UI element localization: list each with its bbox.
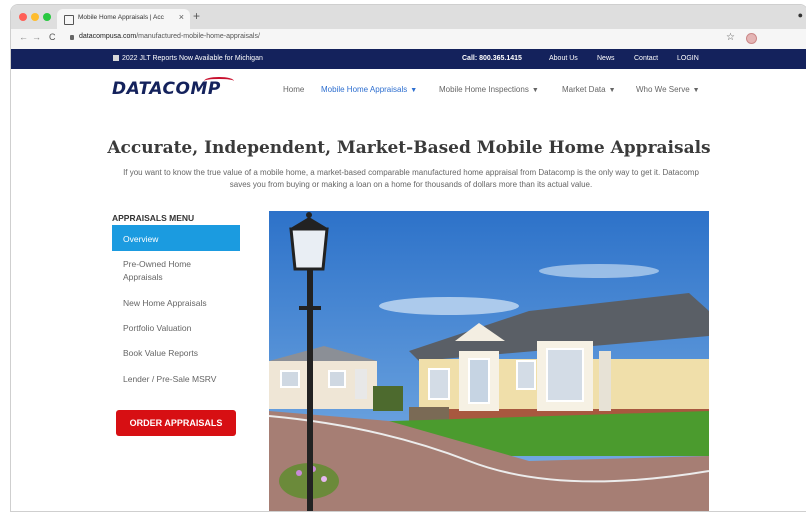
- zoom-window-button[interactable]: [43, 13, 51, 21]
- chevron-down-icon: ▼: [410, 87, 418, 94]
- news-link[interactable]: News: [597, 55, 615, 62]
- profile-avatar[interactable]: [746, 33, 757, 44]
- bookmark-star-icon[interactable]: ☆: [726, 32, 735, 43]
- nav-inspections-label: Mobile Home Inspections: [439, 85, 529, 94]
- address-bar: ← → C datacompusa.com/manufactured-mobil…: [11, 29, 806, 50]
- main-nav: DATACOMP Home Mobile Home Appraisals ▼ Mo…: [11, 69, 806, 109]
- mobile-home-photo: [269, 211, 709, 511]
- nav-home[interactable]: Home: [283, 85, 304, 94]
- sidebar-item-label: Pre-Owned Home Appraisals: [123, 259, 192, 282]
- site-top-bar: 2022 JLT Reports Now Available for Michi…: [11, 49, 806, 69]
- close-window-button[interactable]: [19, 13, 27, 21]
- page-title: Accurate, Independent, Market-Based Mobi…: [107, 138, 711, 158]
- minimize-window-button[interactable]: [31, 13, 39, 21]
- nav-who-we-serve[interactable]: Who We Serve ▼: [636, 85, 700, 94]
- chevron-down-icon: ▼: [608, 87, 616, 94]
- nav-who-we-serve-label: Who We Serve: [636, 85, 690, 94]
- notice-icon: [113, 55, 119, 61]
- intro-paragraph: If you want to know the true value of a …: [123, 168, 699, 189]
- browser-window: Mobile Home Appraisals | Acc × + ● ← → C…: [10, 4, 806, 512]
- back-button[interactable]: ←: [19, 32, 28, 42]
- sidebar-item-new-home[interactable]: New Home Appraisals: [112, 295, 240, 311]
- url-domain: datacompusa.com: [79, 33, 137, 40]
- sidebar-item-overview[interactable]: Overview: [112, 225, 240, 251]
- url-field[interactable]: datacompusa.com/manufactured-mobile-home…: [79, 33, 260, 40]
- chevron-down-icon: ▼: [692, 87, 700, 94]
- nav-mobile-home-inspections[interactable]: Mobile Home Inspections ▼: [439, 85, 539, 94]
- sidebar-item-label: Lender / Pre-Sale MSRV: [123, 374, 217, 384]
- tab-bar: Mobile Home Appraisals | Acc × + ●: [11, 5, 806, 29]
- datacomp-logo[interactable]: DATACOMP: [112, 77, 234, 99]
- nav-home-label: Home: [283, 85, 305, 94]
- forward-button[interactable]: →: [32, 32, 41, 42]
- hero-photo: [269, 211, 709, 511]
- contact-link[interactable]: Contact: [634, 55, 658, 62]
- sidebar-item-label: Overview: [123, 234, 159, 244]
- url-path: /manufactured-mobile-home-appraisals/: [136, 33, 260, 40]
- new-tab-button[interactable]: +: [193, 9, 200, 23]
- sidebar-item-label: Portfolio Valuation: [123, 323, 192, 333]
- order-appraisals-button[interactable]: ORDER APPRAISALS: [116, 410, 236, 436]
- tab-close-icon[interactable]: ×: [179, 12, 184, 22]
- nav-market-data[interactable]: Market Data ▼: [562, 85, 616, 94]
- lock-icon: [70, 35, 74, 40]
- nav-mobile-home-appraisals[interactable]: Mobile Home Appraisals ▼: [321, 85, 417, 94]
- login-link[interactable]: LOGIN: [677, 55, 699, 62]
- tab-title: Mobile Home Appraisals | Acc: [78, 14, 164, 21]
- notice-link[interactable]: 2022 JLT Reports Now Available for Michi…: [122, 55, 263, 62]
- nav-market-data-label: Market Data: [562, 85, 606, 94]
- about-us-link[interactable]: About Us: [549, 55, 578, 62]
- sidebar-item-book-value[interactable]: Book Value Reports: [112, 345, 240, 361]
- tab-search-icon[interactable]: ●: [798, 10, 803, 20]
- sidebar-item-lender[interactable]: Lender / Pre-Sale MSRV: [112, 371, 240, 387]
- sidebar-item-label: Book Value Reports: [123, 348, 198, 358]
- logo-swoosh-icon: [204, 77, 234, 85]
- chevron-down-icon: ▼: [531, 87, 539, 94]
- browser-tab[interactable]: Mobile Home Appraisals | Acc ×: [57, 9, 190, 29]
- call-phone-link[interactable]: Call: 800.365.1415: [462, 55, 522, 62]
- sidebar-item-pre-owned[interactable]: Pre-Owned Home Appraisals: [112, 255, 240, 285]
- favicon-icon: [64, 15, 74, 25]
- appraisals-menu-title: APPRAISALS MENU: [112, 213, 195, 223]
- sidebar-item-portfolio[interactable]: Portfolio Valuation: [112, 320, 240, 336]
- reload-button[interactable]: C: [49, 32, 56, 42]
- nav-appraisals-label: Mobile Home Appraisals: [321, 85, 408, 94]
- sidebar-item-label: New Home Appraisals: [123, 298, 207, 308]
